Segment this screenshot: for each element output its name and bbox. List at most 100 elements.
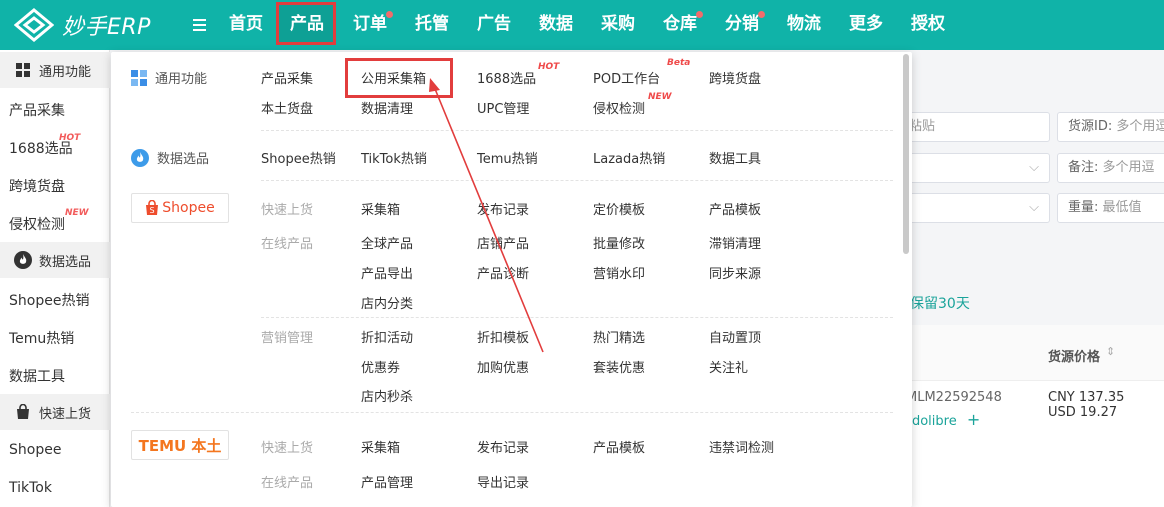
menu-item-bundle-deal[interactable]: 套装优惠	[593, 357, 645, 376]
menu-item-discount-template[interactable]: 折扣模板	[477, 327, 529, 346]
section-label: 通用功能	[155, 72, 208, 87]
sidebar-item-temu-hot[interactable]: Temu热销	[9, 328, 74, 348]
nav-item[interactable]: 更多	[849, 0, 883, 50]
nav-item-label: 物流	[787, 14, 821, 34]
weight-field[interactable]: 重量: 最低值	[1057, 193, 1164, 223]
top-navbar: 妙手ERP 首页 产品 订单 托管 广告 数据 采购 仓库 分销 物流 更多 授权	[0, 0, 1164, 50]
section-label: 数据选品	[157, 152, 210, 167]
hot-badge: HOT	[59, 133, 81, 143]
menu-item-global-products[interactable]: 全球产品	[361, 233, 413, 252]
sidebar-item-shopee-hot[interactable]: Shopee热销	[9, 290, 89, 310]
nav-item[interactable]: 广告	[477, 0, 511, 50]
menu-item-publish-log[interactable]: 发布记录	[477, 437, 529, 456]
source-id-label: 货源ID:	[1068, 119, 1113, 134]
product-dropdown-menu: 通用功能 产品采集 公用采集箱 1688选品 HOT POD工作台 Beta 跨…	[111, 52, 912, 507]
row-price-usd: USD 19.27	[1048, 405, 1118, 420]
menu-item-tiktok-hot[interactable]: TikTok热销	[361, 148, 427, 167]
fire-icon	[131, 148, 149, 167]
price-col-header[interactable]: 货源价格	[1048, 346, 1100, 365]
menu-item-pod[interactable]: POD工作台	[593, 68, 660, 87]
menu-item-shop-products[interactable]: 店铺产品	[477, 233, 529, 252]
menu-item-price-template[interactable]: 定价模板	[593, 199, 645, 218]
menu-item-batch-edit[interactable]: 批量修改	[593, 233, 645, 252]
menu-item-product-manage[interactable]: 产品管理	[361, 472, 413, 491]
nav-item[interactable]: 分销	[725, 0, 765, 50]
menu-item-local-supply[interactable]: 本土货盘	[261, 98, 313, 117]
nav-item[interactable]: 订单	[353, 0, 393, 50]
add-icon[interactable]: +	[967, 410, 980, 429]
menu-item-1688[interactable]: 1688选品	[477, 68, 536, 87]
menu-item-prohibited-words[interactable]: 违禁词检测	[709, 437, 774, 456]
nav-item[interactable]: 产品	[290, 0, 324, 50]
sidebar-group-quick[interactable]: 快速上货	[0, 394, 110, 430]
category-marketing: 营销管理	[261, 331, 314, 346]
nav-item[interactable]: 采购	[601, 0, 635, 50]
sidebar-item-cross[interactable]: 跨境货盘	[9, 176, 65, 196]
menu-item-auto-boost[interactable]: 自动置顶	[709, 327, 761, 346]
menu-item-shopee-hot[interactable]: Shopee热销	[261, 148, 336, 167]
remark-field[interactable]: 备注: 多个用逗	[1057, 153, 1164, 183]
menu-item-product-template[interactable]: 产品模板	[709, 199, 761, 218]
row-source-link[interactable]: adolibre +	[904, 410, 980, 429]
nav-item[interactable]: 仓库	[663, 0, 703, 50]
source-id-field[interactable]: 货源ID: 多个用逗	[1057, 112, 1164, 142]
sidebar-item-infringe[interactable]: 侵权检测 NEW	[9, 208, 89, 234]
sidebar-group-label: 通用功能	[39, 64, 92, 80]
shopee-bag-icon: S	[145, 199, 159, 216]
sort-icon[interactable]: ⇕	[1106, 345, 1115, 358]
chevron-down-icon: ⌵	[1029, 200, 1039, 215]
menu-item-product-export[interactable]: 产品导出	[361, 263, 413, 282]
menu-item-upc[interactable]: UPC管理	[477, 98, 529, 117]
menu-item-slow-clean[interactable]: 滞销清理	[709, 233, 761, 252]
menu-item-publish-log[interactable]: 发布记录	[477, 199, 529, 218]
remark-placeholder: 多个用逗	[1102, 160, 1155, 175]
sidebar-item-collect[interactable]: 产品采集	[9, 100, 65, 120]
menu-item-collect-box[interactable]: 采集箱	[361, 199, 400, 218]
menu-item-product-collect[interactable]: 产品采集	[261, 68, 313, 87]
menu-item-product-template[interactable]: 产品模板	[593, 437, 645, 456]
nav-item[interactable]: 物流	[787, 0, 821, 50]
menu-item-infringe[interactable]: 侵权检测	[593, 98, 645, 117]
nav-item[interactable]: 授权	[911, 0, 945, 50]
sidebar-group-general[interactable]: 通用功能	[0, 52, 110, 88]
menu-item-temu-hot[interactable]: Temu热销	[477, 148, 538, 167]
menu-item-flash-sale[interactable]: 店内秒杀	[361, 386, 413, 405]
menu-item-cross-border[interactable]: 跨境货盘	[709, 68, 761, 87]
menu-item-watermark[interactable]: 营销水印	[593, 263, 645, 282]
sidebar-item-1688[interactable]: 1688选品 HOT	[9, 133, 80, 158]
sidebar-item-tiktok[interactable]: TikTok	[9, 480, 52, 496]
menu-item-public-collect-box[interactable]: 公用采集箱	[361, 68, 426, 87]
sidebar-item-label: 1688选品	[9, 141, 73, 157]
temu-logo-text: TEMU 本土	[138, 436, 222, 455]
nav-item[interactable]: 数据	[539, 0, 573, 50]
menu-item-coupon[interactable]: 优惠券	[361, 357, 400, 376]
scrollbar[interactable]	[903, 54, 909, 254]
nav-item[interactable]: 首页	[229, 0, 263, 50]
menu-item-data-clean[interactable]: 数据清理	[361, 98, 413, 117]
new-badge: NEW	[65, 208, 89, 218]
nav-item-label: 首页	[229, 14, 263, 34]
menu-item-discount-event[interactable]: 折扣活动	[361, 327, 413, 346]
nav-item-label: 订单	[353, 14, 387, 34]
menu-toggle-icon[interactable]	[189, 14, 211, 36]
row-price-cny: CNY 137.35	[1048, 390, 1125, 405]
sidebar-group-data[interactable]: 数据选品	[0, 242, 110, 278]
menu-item-add-on-deal[interactable]: 加购优惠	[477, 357, 529, 376]
grid-icon	[131, 69, 147, 86]
menu-item-hot-picks[interactable]: 热门精选	[593, 327, 645, 346]
nav-item-label: 采购	[601, 14, 635, 34]
menu-item-shop-category[interactable]: 店内分类	[361, 293, 413, 312]
nav-item[interactable]: 托管	[415, 0, 449, 50]
menu-item-collect-box[interactable]: 采集箱	[361, 437, 400, 456]
menu-item-export-log[interactable]: 导出记录	[477, 472, 529, 491]
menu-item-sync-source[interactable]: 同步来源	[709, 263, 761, 282]
menu-item-data-tools[interactable]: 数据工具	[709, 148, 761, 167]
source-id-placeholder: 多个用逗	[1116, 119, 1164, 134]
sidebar-item-shopee[interactable]: Shopee	[9, 442, 61, 458]
app-logo[interactable]: 妙手ERP	[14, 8, 151, 42]
menu-item-lazada-hot[interactable]: Lazada热销	[593, 148, 665, 167]
menu-item-product-diagnosis[interactable]: 产品诊断	[477, 263, 529, 282]
menu-item-follow-prize[interactable]: 关注礼	[709, 357, 748, 376]
category-quick-list: 快速上货	[261, 441, 314, 456]
sidebar-item-data-tools[interactable]: 数据工具	[9, 366, 65, 386]
